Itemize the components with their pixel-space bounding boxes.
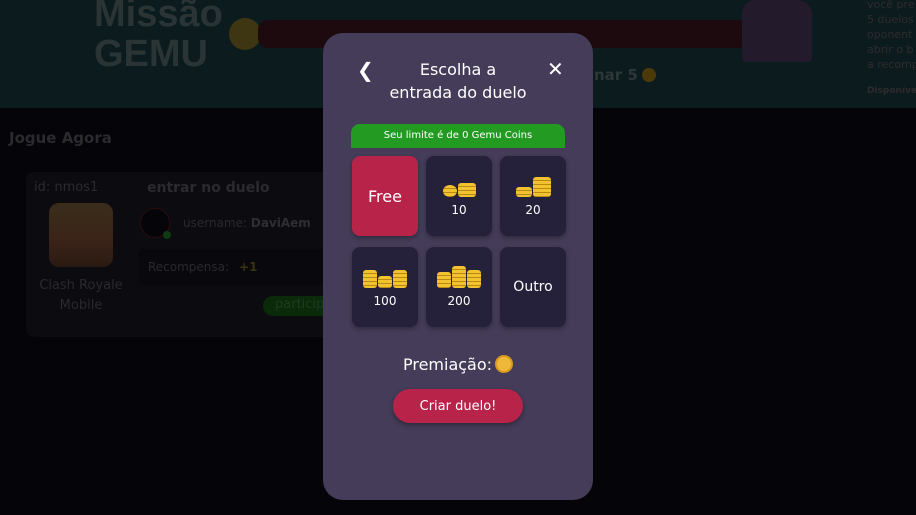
user-avatar	[140, 208, 171, 239]
duel-card: id: nmos1 Clash Royale Mobile entrar no …	[26, 172, 358, 337]
chest-icon[interactable]	[742, 0, 812, 62]
option-label: Outro	[513, 279, 553, 295]
create-duel-button[interactable]: Criar duelo!	[393, 389, 523, 423]
duel-entry-modal: ❮ Escolha a entrada do duelo ✕ Seu limit…	[323, 33, 593, 500]
option-label: Free	[368, 186, 402, 206]
section-title: Jogue Agora	[9, 129, 112, 147]
enter-duel-title: entrar no duelo	[147, 180, 270, 196]
username: username: DaviAem	[183, 216, 311, 230]
mission-title: Missão GEMU	[94, 0, 223, 74]
username-value: DaviAem	[250, 216, 311, 230]
option-20[interactable]: 20	[500, 156, 566, 236]
option-label: 20	[525, 203, 541, 217]
medal-icon	[495, 355, 514, 373]
mission-title-line2: GEMU	[94, 33, 208, 75]
coins-icon	[437, 266, 481, 288]
reward-label: Recompensa:	[148, 260, 230, 274]
coins-icon	[363, 266, 407, 288]
mission-title-line1: Missão	[94, 0, 223, 35]
close-icon[interactable]: ✕	[547, 57, 564, 81]
modal-title-text: Escolha a entrada do duelo	[389, 60, 527, 102]
prize-label: Premiação:	[402, 355, 493, 374]
option-200[interactable]: 200	[426, 247, 492, 327]
option-other[interactable]: Outro	[500, 247, 566, 327]
available-label: Disponíve	[867, 86, 916, 96]
prize-row: Premiação:	[323, 355, 593, 374]
mission-description: você pre 5 duelos oponent abrir o b a re…	[867, 0, 916, 99]
option-100[interactable]: 100	[352, 247, 418, 327]
desc-line: a recomp	[867, 58, 916, 71]
option-label: 100	[373, 294, 397, 308]
desc-line: você pre	[867, 0, 915, 11]
option-label: 200	[447, 294, 471, 308]
desc-line: 5 duelos	[867, 13, 914, 26]
desc-line: abrir o b	[867, 43, 914, 56]
mission-goal: nar 5	[594, 66, 656, 84]
coins-icon	[515, 175, 551, 197]
mission-goal-text: nar 5	[594, 66, 638, 84]
coin-icon	[641, 68, 656, 82]
medal-icon	[229, 18, 261, 50]
entry-options: Free 10 20 100 200 Outro	[352, 156, 566, 327]
desc-line: oponent	[867, 28, 913, 41]
username-label: username:	[183, 216, 248, 230]
reward-value: +1	[239, 260, 258, 274]
coins-icon	[442, 175, 476, 197]
online-indicator	[163, 231, 171, 239]
option-free[interactable]: Free	[352, 156, 418, 236]
game-name: Clash Royale Mobile	[39, 278, 123, 313]
game-thumbnail	[49, 203, 113, 267]
option-label: 10	[451, 203, 467, 217]
limit-banner: Seu limite é de 0 Gemu Coins	[351, 124, 565, 148]
option-10[interactable]: 10	[426, 156, 492, 236]
duel-id: id: nmos1	[34, 180, 99, 195]
